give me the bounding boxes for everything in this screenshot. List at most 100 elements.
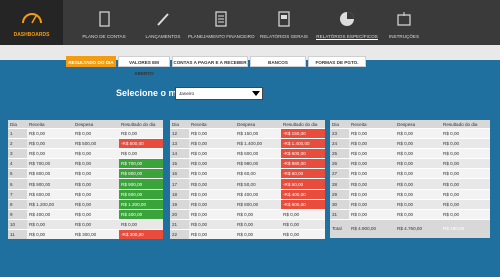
tab-bancos[interactable]: BANCOS <box>250 56 306 67</box>
table-row: 22 R$ 0,00 R$ 0,00 R$ 0,00 <box>170 228 325 240</box>
cell-despesa: R$ 0,00 <box>73 178 119 190</box>
cell-dia: 5 <box>8 168 27 179</box>
nav-instrucoes[interactable]: INSTRUÇÕES <box>384 0 424 45</box>
cell-receita: R$ 0,00 <box>349 168 395 179</box>
table-row: 18 R$ 0,00 R$ 400,00 -R$ 400,00 <box>170 188 325 200</box>
cell-receita: R$ 0,00 <box>189 138 235 149</box>
col-resultado: Resultado do dia <box>119 120 163 129</box>
col-resultado: Resultado do dia <box>441 120 490 129</box>
cell-resultado: R$ 700,00 <box>119 158 163 169</box>
tab-resultado-do-dia[interactable]: RESULTADO DO DIA <box>66 56 116 67</box>
col-dia: Dia <box>330 120 349 129</box>
cell-dia: 7 <box>8 188 27 200</box>
cell-despesa: R$ 0,00 <box>395 127 441 139</box>
nav-label: INSTRUÇÕES <box>388 34 420 39</box>
cell-resultado: -R$ 500,00 <box>119 138 163 149</box>
cell-resultado: R$ 0,00 <box>441 178 490 190</box>
month-select[interactable]: Janeiro <box>175 87 263 100</box>
cell-dia: 13 <box>170 138 189 149</box>
cell-despesa: R$ 0,00 <box>73 188 119 200</box>
tab-contas-a-pagar-e-a-receber[interactable]: CONTAS A PAGAR E A RECEBER <box>172 56 248 67</box>
cell-resultado: R$ 0,00 <box>441 158 490 169</box>
cell-resultado: R$ 0,00 <box>119 127 163 139</box>
cell-despesa: R$ 1.400,00 <box>235 138 281 149</box>
col-despesa: Despesa <box>235 120 281 129</box>
cell-dia: 28 <box>330 178 349 190</box>
nav-label: PLANO DE CONTAS <box>82 34 126 39</box>
cell-despesa: R$ 0,00 <box>395 178 441 190</box>
cell-despesa: R$ 800,00 <box>235 198 281 210</box>
chevron-down-icon[interactable] <box>252 91 260 96</box>
cell-dia: 27 <box>330 168 349 179</box>
cell-resultado: -R$ 400,00 <box>281 188 325 200</box>
cell-receita: R$ 0,00 <box>27 127 73 139</box>
nav-planejamento-financeiro[interactable]: PLANEJAMENTO FINANCEIRO <box>188 0 255 45</box>
table-row: 21 R$ 0,00 R$ 0,00 R$ 0,00 <box>170 218 325 230</box>
table-row: 29 R$ 0,00 R$ 0,00 R$ 0,00 <box>330 188 490 200</box>
cell-dia: 21 <box>170 218 189 230</box>
cell-despesa: R$ 0,00 <box>235 208 281 220</box>
cell-despesa: R$ 0,00 <box>395 148 441 159</box>
table-row: 20 R$ 0,00 R$ 0,00 R$ 0,00 <box>170 208 325 220</box>
tab-valores-em-aberto[interactable]: VALORES EM ABERTO <box>118 56 170 76</box>
cell-receita: R$ 0,00 <box>189 158 235 169</box>
cell-resultado: R$ 0,00 <box>281 208 325 220</box>
total-row: Total R$ 4.900,00 R$ 4.760,00 R$ 160,00 <box>330 218 490 238</box>
nav-label: PLANEJAMENTO FINANCEIRO <box>188 34 255 39</box>
cell-receita: R$ 0,00 <box>189 168 235 179</box>
cell-dia: 14 <box>170 148 189 159</box>
cell-dia: 18 <box>170 188 189 200</box>
cell-receita: R$ 0,00 <box>189 178 235 190</box>
nav-relatorios-especificos[interactable]: RELATÓRIOS ESPECÍFICOS <box>316 0 378 45</box>
table-row: 23 R$ 0,00 R$ 0,00 R$ 0,00 <box>330 127 490 139</box>
table-row: 26 R$ 0,00 R$ 0,00 R$ 0,00 <box>330 158 490 169</box>
cell-receita: R$ 0,00 <box>349 148 395 159</box>
cell-resultado: R$ 0,00 <box>441 148 490 159</box>
cell-despesa: R$ 0,00 <box>73 198 119 210</box>
cell-receita: R$ 0,00 <box>189 218 235 230</box>
col-despesa: Despesa <box>73 120 119 129</box>
table-row: 5 R$ 800,00 R$ 0,00 R$ 800,00 <box>8 168 163 179</box>
cell-receita: R$ 0,00 <box>349 138 395 149</box>
total-label: Total <box>330 218 349 238</box>
dashboard-button[interactable]: DASHBOARDS <box>0 0 63 45</box>
cell-dia: 20 <box>170 208 189 220</box>
table-row: 6 R$ 900,00 R$ 0,00 R$ 900,00 <box>8 178 163 190</box>
nav-relatorios-gerais[interactable]: RELATÓRIOS GERAIS <box>254 0 314 45</box>
day-table-2: Dia Receita Despesa Resultado do dia 12 R… <box>170 120 325 240</box>
cell-receita: R$ 0,00 <box>189 198 235 210</box>
cell-despesa: R$ 300,00 <box>73 228 119 240</box>
cell-resultado: R$ 0,00 <box>441 168 490 179</box>
table-row: 13 R$ 0,00 R$ 1.400,00 -R$ 1.400,00 <box>170 138 325 149</box>
cell-resultado: R$ 1.200,00 <box>119 198 163 210</box>
cell-receita: R$ 600,00 <box>27 188 73 200</box>
cell-dia: 3 <box>8 148 27 159</box>
table-row: 14 R$ 0,00 R$ 600,00 -R$ 600,00 <box>170 148 325 159</box>
table-row: 2 R$ 0,00 R$ 500,00 -R$ 500,00 <box>8 138 163 149</box>
cell-despesa: R$ 0,00 <box>235 218 281 230</box>
table-row: 7 R$ 600,00 R$ 0,00 R$ 600,00 <box>8 188 163 200</box>
cell-despesa: R$ 0,00 <box>395 198 441 210</box>
pencil-icon <box>157 13 169 26</box>
cell-resultado: R$ 0,00 <box>441 138 490 149</box>
cell-despesa: R$ 0,00 <box>395 188 441 200</box>
nav-lancamentos[interactable]: LANÇAMENTOS <box>138 0 188 45</box>
table-row: 27 R$ 0,00 R$ 0,00 R$ 0,00 <box>330 168 490 179</box>
day-table-1: Dia Receita Despesa Resultado do dia 1 R$… <box>8 120 163 240</box>
cell-receita: R$ 900,00 <box>27 178 73 190</box>
cell-despesa: R$ 150,00 <box>235 127 281 139</box>
nav-plano-de-contas[interactable]: PLANO DE CONTAS <box>70 0 138 45</box>
cell-receita: R$ 0,00 <box>27 228 73 240</box>
cell-despesa: R$ 0,00 <box>73 208 119 220</box>
cell-resultado: -R$ 300,00 <box>119 228 163 240</box>
cell-despesa: R$ 500,00 <box>73 138 119 149</box>
cell-dia: 29 <box>330 188 349 200</box>
cell-despesa: R$ 600,00 <box>235 148 281 159</box>
nav-label: RELATÓRIOS ESPECÍFICOS <box>316 34 378 40</box>
month-select-value: Janeiro <box>179 91 195 96</box>
cell-dia: 25 <box>330 148 349 159</box>
cell-despesa: R$ 50,00 <box>235 178 281 190</box>
col-receita: Receita <box>189 120 235 129</box>
tab-formas-de-pgto[interactable]: FORMAS DE PGTO. <box>308 56 366 67</box>
cell-resultado: R$ 0,00 <box>441 127 490 139</box>
